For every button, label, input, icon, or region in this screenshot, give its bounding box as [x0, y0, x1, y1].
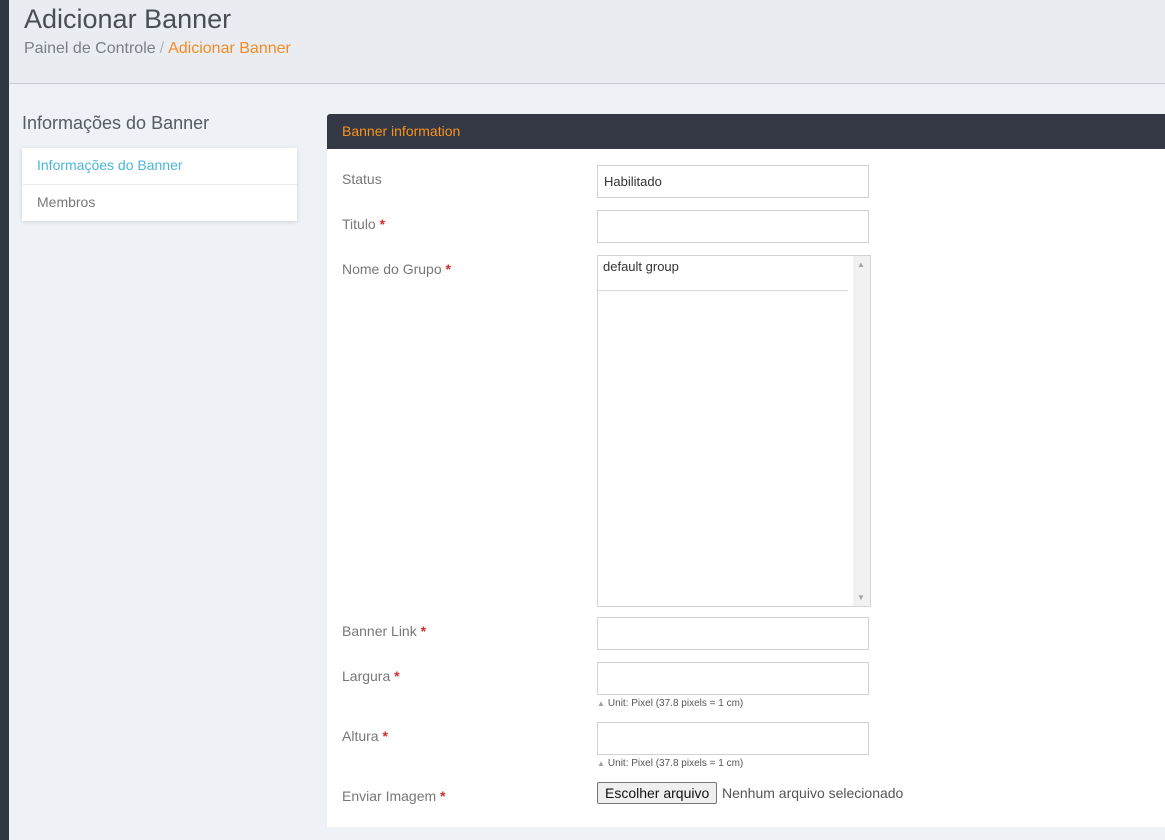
banner-link-label-text: Banner Link	[342, 623, 417, 639]
nome-grupo-label: Nome do Grupo *	[342, 261, 451, 277]
required-marker: *	[382, 728, 388, 744]
required-marker: *	[420, 623, 427, 639]
page-title: Adicionar Banner	[24, 4, 232, 34]
titulo-label-text: Titulo	[342, 216, 376, 232]
banner-form-panel: Banner information Status Habilitado Tit…	[327, 114, 1165, 827]
enviar-imagem-label: Enviar Imagem *	[342, 788, 446, 804]
nome-grupo-label-text: Nome do Grupo	[342, 261, 442, 277]
required-marker: *	[379, 216, 386, 232]
sidebar-title: Informações do Banner	[22, 113, 210, 133]
titulo-input[interactable]	[597, 210, 869, 243]
largura-hint-text: Unit: Pixel (37.8 pixels = 1 cm)	[607, 698, 744, 709]
status-select[interactable]: Habilitado	[597, 165, 869, 198]
titulo-label: Titulo *	[342, 216, 385, 232]
altura-input[interactable]	[597, 722, 869, 755]
breadcrumb-separator: /	[159, 40, 165, 57]
scroll-up-icon[interactable]: ▲	[857, 260, 865, 269]
banner-link-input[interactable]	[597, 617, 869, 650]
scroll-down-icon[interactable]: ▼	[857, 593, 865, 602]
breadcrumb: Painel de Controle / Adicionar Banner	[24, 40, 291, 58]
enviar-imagem-label-text: Enviar Imagem	[342, 788, 437, 804]
altura-label-text: Altura	[342, 728, 379, 744]
multiselect-scrollbar[interactable]: ▲ ▼	[853, 256, 870, 606]
status-label: Status	[342, 171, 382, 187]
file-status-text: Nenhum arquivo selecionado	[722, 785, 904, 801]
hint-triangle-icon: ▲	[597, 759, 605, 768]
largura-label-text: Largura	[342, 668, 391, 684]
panel-heading: Banner information	[327, 114, 1165, 149]
required-marker: *	[440, 788, 446, 804]
group-option[interactable]: default group	[598, 256, 848, 291]
breadcrumb-current: Adicionar Banner	[168, 40, 291, 57]
altura-hint-text: Unit: Pixel (37.8 pixels = 1 cm)	[607, 758, 744, 769]
largura-hint: ▲ Unit: Pixel (37.8 pixels = 1 cm)	[597, 698, 743, 709]
banner-link-label: Banner Link *	[342, 623, 426, 639]
sidebar-menu: Informações do Banner Membros	[22, 148, 297, 221]
nome-grupo-multiselect[interactable]: default group ▲ ▼	[597, 255, 871, 607]
required-marker: *	[445, 261, 451, 277]
left-nav-strip	[0, 0, 9, 840]
required-marker: *	[394, 668, 400, 684]
choose-file-button[interactable]: Escolher arquivo	[597, 782, 718, 804]
altura-label: Altura *	[342, 728, 388, 744]
status-label-text: Status	[342, 171, 382, 187]
page-header: Adicionar Banner Painel de Controle / Adic…	[9, 0, 1165, 84]
altura-hint: ▲ Unit: Pixel (37.8 pixels = 1 cm)	[597, 758, 743, 769]
breadcrumb-home-link[interactable]: Painel de Controle	[24, 40, 156, 57]
sidebar-item-banner-info[interactable]: Informações do Banner	[22, 148, 297, 185]
largura-input[interactable]	[597, 662, 869, 695]
largura-label: Largura *	[342, 668, 400, 684]
sidebar-item-membros[interactable]: Membros	[22, 185, 297, 221]
hint-triangle-icon: ▲	[597, 699, 605, 708]
